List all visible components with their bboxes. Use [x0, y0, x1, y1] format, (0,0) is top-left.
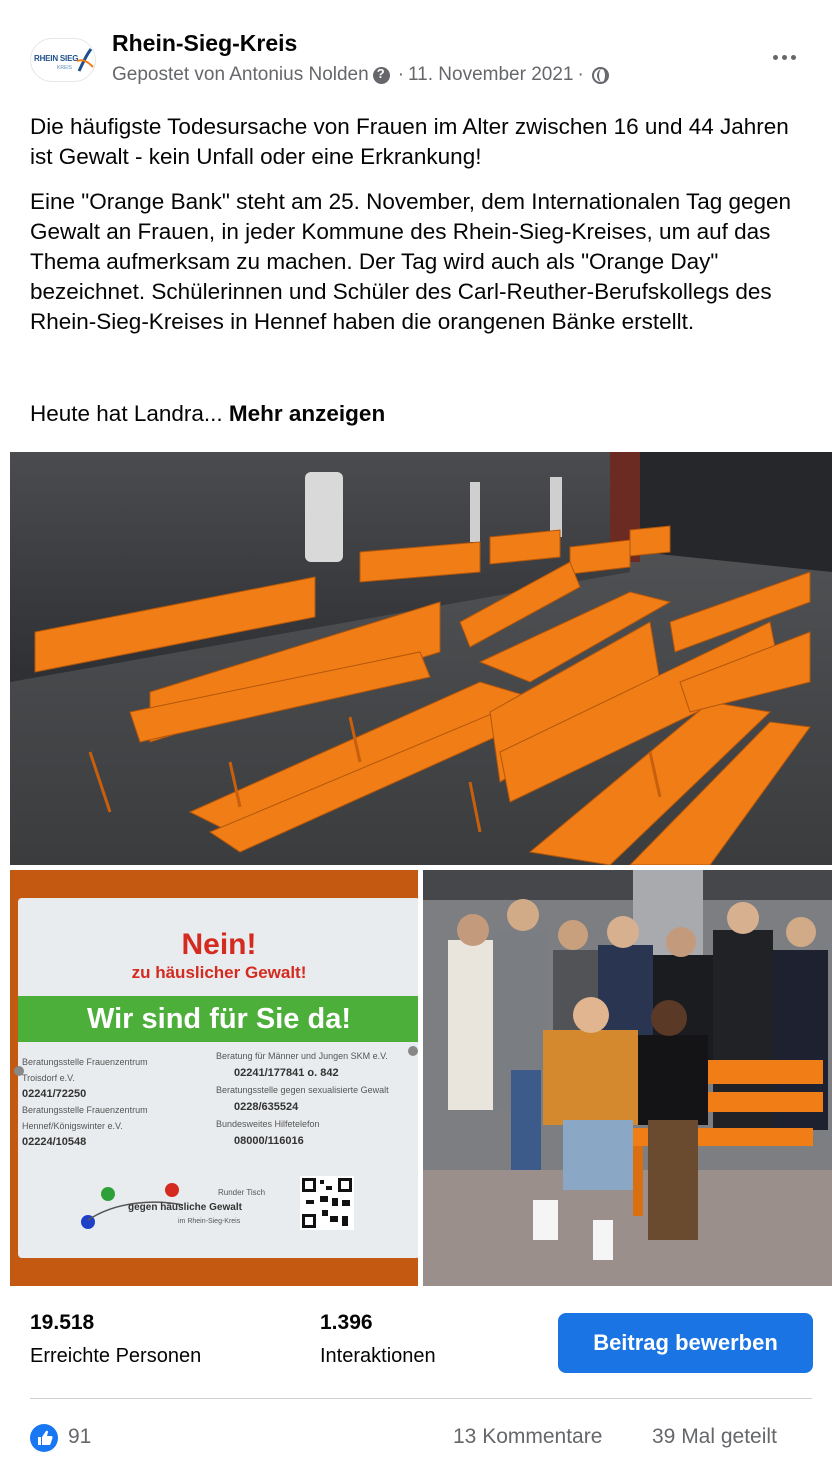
- post-paragraph-1: Die häufigste Todesursache von Frauen im…: [30, 114, 789, 169]
- photo-group[interactable]: [423, 870, 832, 1286]
- page-avatar[interactable]: RHEIN SIEG KREIS: [30, 38, 96, 82]
- sign-footer-sub: im Rhein-Sieg-Kreis: [178, 1218, 241, 1225]
- avatar-logo-text: RHEIN SIEG: [34, 54, 79, 63]
- reach-value: 19.518: [30, 1311, 95, 1334]
- page-name-link[interactable]: Rhein-Sieg-Kreis: [112, 30, 297, 57]
- sign-banner: Wir sind für Sie da!: [18, 996, 418, 1042]
- posted-by[interactable]: Gepostet von Antonius Nolden: [112, 64, 369, 86]
- sign-phone: 02224/10548: [22, 1136, 87, 1148]
- sign-text: Beratungsstelle Frauenzentrum: [22, 1105, 148, 1115]
- like-reaction-icon[interactable]: [30, 1424, 58, 1452]
- thumbs-up-icon: [38, 1430, 53, 1445]
- post-paragraph-2: Eine "Orange Bank" steht am 25. November…: [30, 189, 792, 334]
- sign-subtitle: zu häuslicher Gewalt!: [131, 963, 307, 982]
- post-header: RHEIN SIEG KREIS Rhein-Sieg-Kreis Gepost…: [0, 0, 832, 108]
- photo-sign[interactable]: Nein! zu häuslicher Gewalt! Wir sind für…: [10, 870, 418, 1286]
- dot-icon: [790, 54, 796, 60]
- post-paragraph-3: Heute hat Landra... Mehr anzeigen: [30, 399, 810, 429]
- help-icon[interactable]: [372, 66, 390, 84]
- sign-text: Hennef/Königswinter e.V.: [22, 1121, 123, 1131]
- sign-text: Beratungsstelle gegen sexualisierte Gewa…: [216, 1085, 389, 1095]
- sign-phone: 08000/116016: [234, 1135, 304, 1147]
- qr-code-icon: [300, 1176, 354, 1230]
- benches-illustration: [10, 452, 832, 865]
- post-meta: Gepostet von Antonius Nolden · 11. Novem…: [112, 64, 613, 86]
- sign-footer-top: Runder Tisch: [218, 1188, 266, 1197]
- sign-phone: 02241/72250: [22, 1088, 87, 1100]
- sign-text: Beratungsstelle Frauenzentrum: [22, 1057, 148, 1067]
- sign-footer-main: gegen häusliche Gewalt: [128, 1202, 242, 1213]
- photo-orange-benches[interactable]: [10, 452, 832, 865]
- sign-text: Troisdorf e.V.: [22, 1073, 75, 1083]
- globe-icon: [591, 66, 609, 84]
- see-more-link[interactable]: Mehr anzeigen: [229, 401, 385, 426]
- sign-left-column: Beratungsstelle Frauenzentrum Troisdorf …: [22, 1054, 212, 1150]
- screw-icon: [14, 1066, 24, 1076]
- interactions-value: 1.396: [320, 1311, 373, 1334]
- reach-label: Erreichte Personen: [30, 1345, 202, 1367]
- sign-phone: 0228/635524: [234, 1101, 299, 1113]
- post-date[interactable]: 11. November 2021: [408, 64, 573, 86]
- sign-right-column: Beratung für Männer und Jungen SKM e.V. …: [216, 1048, 416, 1150]
- sign-text: Bundesweites Hilfetelefon: [216, 1119, 320, 1129]
- logo-swoosh-icon: [76, 48, 94, 72]
- sign-title: Nein!: [181, 928, 257, 961]
- dot-icon: [772, 54, 778, 60]
- divider: [30, 1398, 812, 1399]
- meta-separator-2: ·: [577, 64, 584, 85]
- sign-text: Beratung für Männer und Jungen SKM e.V.: [216, 1051, 388, 1061]
- like-count[interactable]: 91: [68, 1425, 91, 1449]
- screw-icon: [408, 1046, 418, 1056]
- meta-separator: ·: [397, 64, 405, 85]
- shares-count[interactable]: 39 Mal geteilt: [652, 1425, 777, 1449]
- truncated-text: Heute hat Landra...: [30, 401, 223, 426]
- sign-plate: Nein! zu häuslicher Gewalt! Wir sind für…: [14, 898, 418, 1258]
- sign-phone: 02241/177841 o. 842: [234, 1067, 339, 1079]
- group-photo-illustration: [423, 870, 832, 1286]
- more-options-button[interactable]: [762, 42, 806, 72]
- promote-post-button[interactable]: Beitrag bewerben: [558, 1313, 813, 1373]
- comments-count[interactable]: 13 Kommentare: [453, 1425, 602, 1449]
- post-card: RHEIN SIEG KREIS Rhein-Sieg-Kreis Gepost…: [0, 0, 832, 1466]
- dot-icon: [781, 54, 787, 60]
- avatar-logo-subtext: KREIS: [57, 65, 73, 71]
- interactions-label: Interaktionen: [320, 1345, 436, 1367]
